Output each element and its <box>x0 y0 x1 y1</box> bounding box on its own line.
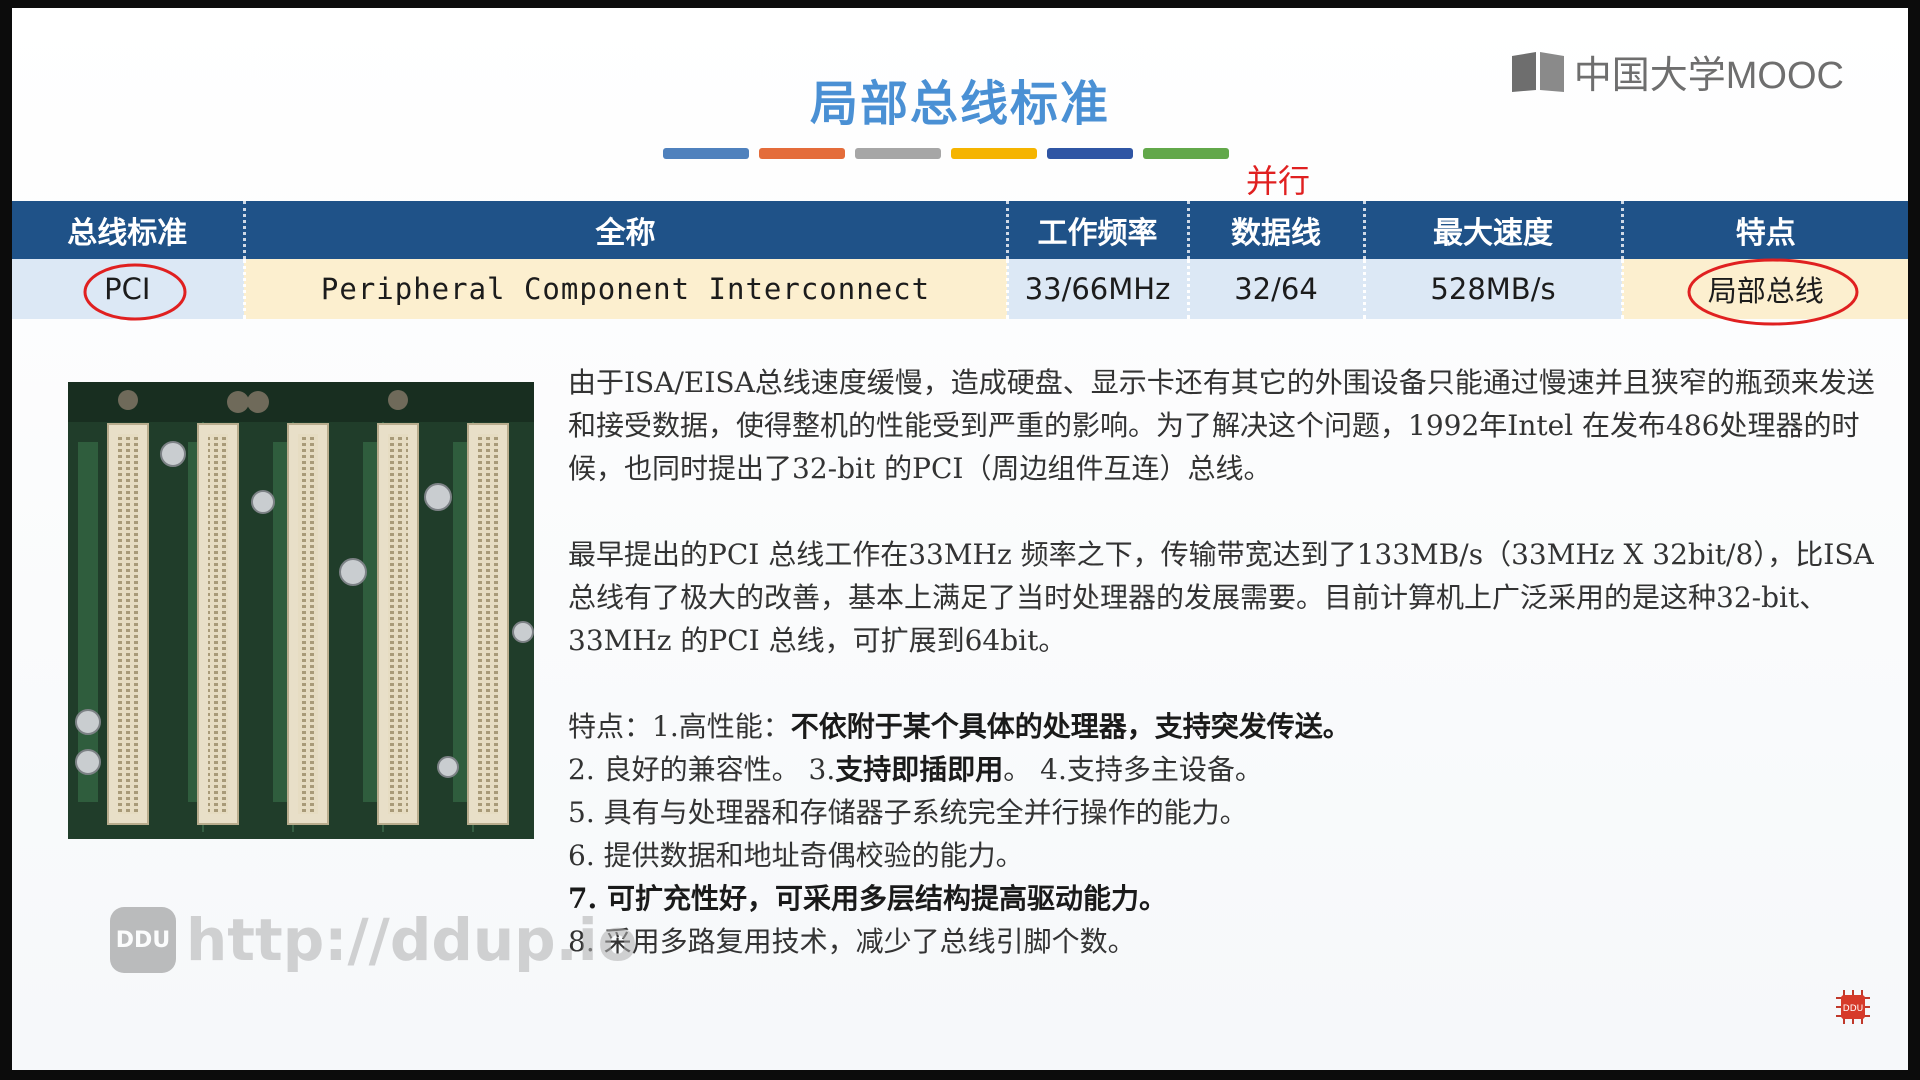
watermark-badge: DDU <box>110 907 176 973</box>
feature-3-bold: 支持即插即用 <box>835 753 1004 786</box>
feature-value: 局部总线 <box>1707 274 1824 308</box>
description-text: 由于ISA/EISA总线速度缓慢，造成硬盘、显示卡还有其它的外围设备只能通过慢速… <box>568 361 1888 963</box>
color-segment <box>663 148 749 159</box>
chip-label: DDU <box>1843 1004 1863 1014</box>
color-segment <box>1143 148 1229 159</box>
handwritten-annotation: 并行 <box>1246 162 1311 200</box>
feature-line-7: 7. 可扩充性好，可采用多层结构提高驱动能力。 <box>568 877 1888 920</box>
watermark-url: http://ddup.io <box>186 906 638 974</box>
title-color-bar <box>663 148 1229 159</box>
cell-full-name: Peripheral Component Interconnect <box>242 259 1007 319</box>
feature-2: 2. 良好的兼容性。 3. <box>568 753 836 786</box>
cell-frequency: 33/66MHz <box>1005 259 1188 319</box>
feature-line-5: 5. 具有与处理器和存储器子系统完全并行操作的能力。 <box>568 796 1248 829</box>
header-data-lines: 数据线 <box>1186 201 1364 259</box>
cell-max-speed: 528MB/s <box>1362 259 1622 319</box>
motherboard-image <box>68 382 534 839</box>
circled-feature: 局部总线 <box>1687 258 1859 326</box>
header-frequency: 工作频率 <box>1005 201 1188 259</box>
header-bus-standard: 总线标准 <box>12 201 244 259</box>
cell-standard: PCI <box>12 259 244 321</box>
pci-slots-photo <box>68 382 534 839</box>
color-segment <box>855 148 941 159</box>
header-feature: 特点 <box>1620 201 1908 259</box>
standard-value: PCI <box>104 272 151 306</box>
logo-text: 中国大学MOOC <box>1573 55 1844 97</box>
book-icon <box>1511 51 1564 92</box>
color-segment <box>759 148 845 159</box>
feature-3-tail: 。 4.支持多主设备。 <box>1003 753 1263 786</box>
features-prefix: 特点：1.高性能： <box>568 710 791 743</box>
cell-data-lines: 32/64 <box>1186 259 1364 319</box>
bus-standard-table: 总线标准 全称 工作频率 数据线 最大速度 特点 PCI Peripheral … <box>12 201 1908 326</box>
watermark: DDU http://ddup.io <box>110 906 637 974</box>
circled-standard: PCI <box>83 263 187 321</box>
feature-7-bold: 7. 可扩充性好，可采用多层结构提高驱动能力。 <box>568 882 1167 915</box>
slide: 局部总线标准 中国大学MOOC 并行 总线标准 全称 工作频率 数据线 最大速度 <box>12 8 1908 1070</box>
feature-line-6: 6. 提供数据和地址奇偶校验的能力。 <box>568 839 1024 872</box>
table-header-row: 总线标准 全称 工作频率 数据线 最大速度 特点 <box>12 201 1908 259</box>
feature-1-bold: 不依附于某个具体的处理器，支持突发传送。 <box>790 710 1351 743</box>
header-max-speed: 最大速度 <box>1362 201 1622 259</box>
color-segment <box>1047 148 1133 159</box>
table-row: PCI Peripheral Component Interconnect 33… <box>12 258 1908 326</box>
color-segment <box>951 148 1037 159</box>
feature-line-8: 8. 采用多路复用技术，减少了总线引脚个数。 <box>568 925 1136 958</box>
chip-icon: DDU <box>1834 988 1872 1030</box>
mooc-logo: 中国大学MOOC <box>1510 44 1844 99</box>
intro-paragraph: 由于ISA/EISA总线速度缓慢，造成硬盘、显示卡还有其它的外围设备只能通过慢速… <box>568 366 1875 485</box>
cell-feature: 局部总线 <box>1620 258 1908 326</box>
feature-line-2: 2. 良好的兼容性。 3.支持即插即用。 4.支持多主设备。 <box>568 748 1888 791</box>
history-paragraph: 最早提出的PCI 总线工作在33MHz 频率之下，传输带宽达到了133MB/s（… <box>568 538 1874 657</box>
header-full-name: 全称 <box>242 201 1007 259</box>
feature-line-1: 特点：1.高性能：不依附于某个具体的处理器，支持突发传送。 <box>568 705 1888 748</box>
